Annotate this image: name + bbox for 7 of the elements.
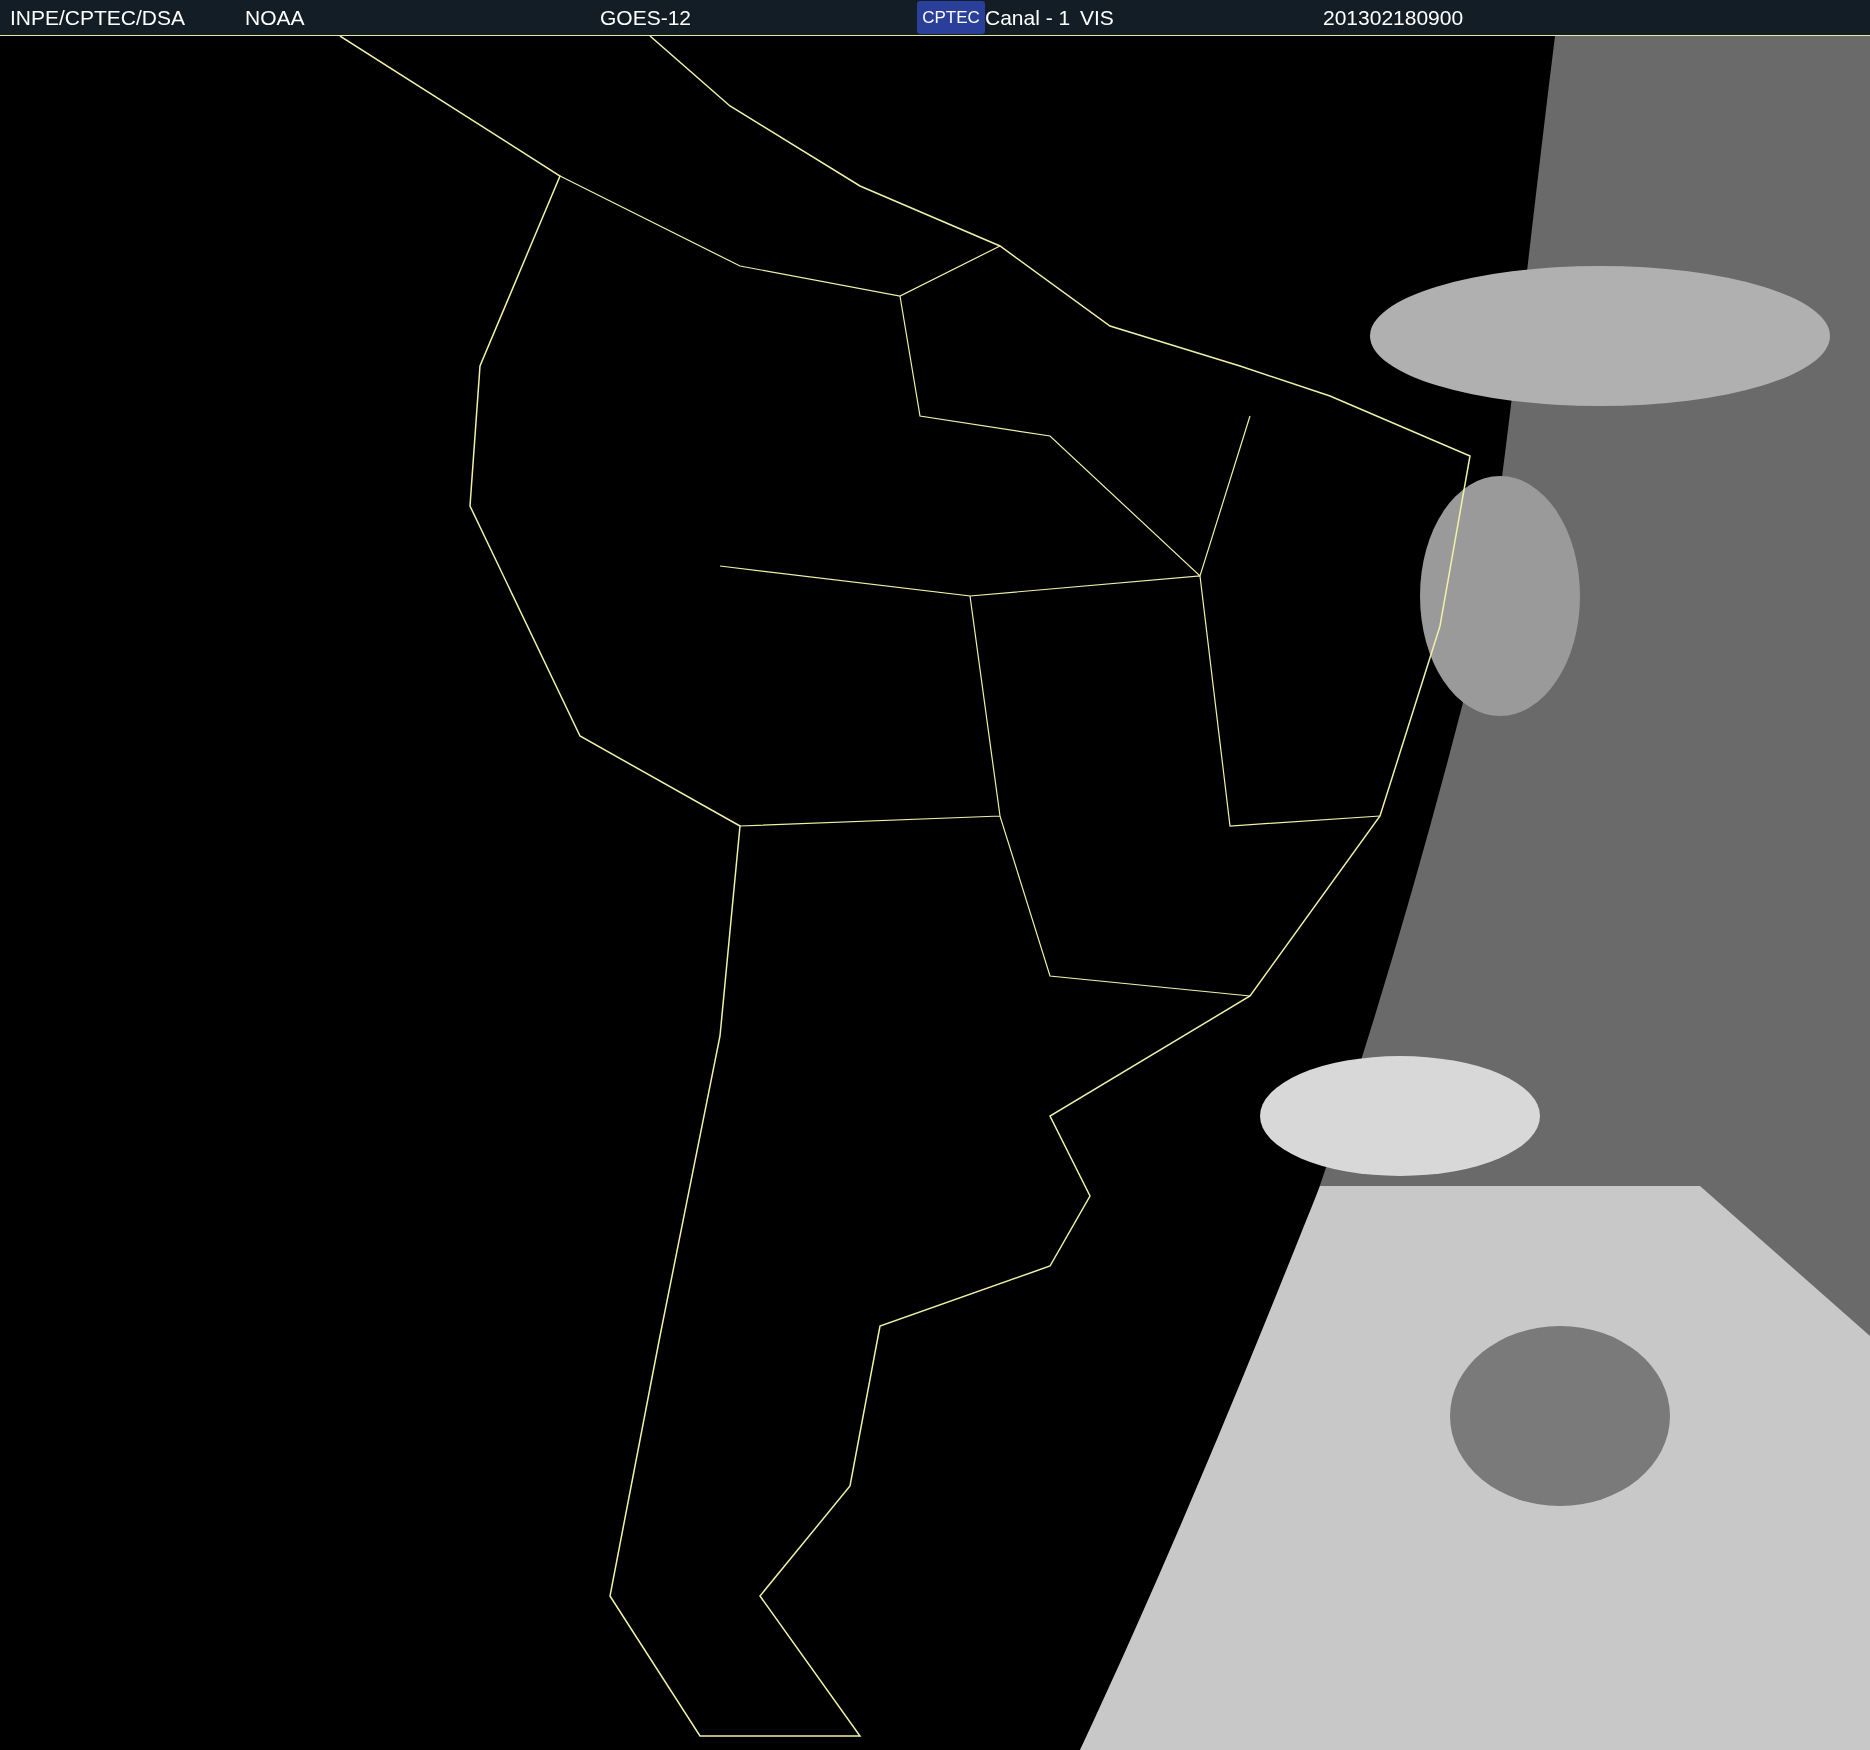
- satellite-label: GOES-12: [600, 5, 693, 30]
- logo: CPTEC: [917, 1, 985, 34]
- channel-label: Canal - 1: [985, 5, 1072, 30]
- source-label: INPE/CPTEC/DSA: [10, 5, 187, 30]
- agency-label: NOAA: [245, 5, 306, 30]
- band-label: VIS: [1080, 5, 1115, 30]
- timestamp-label: 201302180900: [1323, 5, 1464, 30]
